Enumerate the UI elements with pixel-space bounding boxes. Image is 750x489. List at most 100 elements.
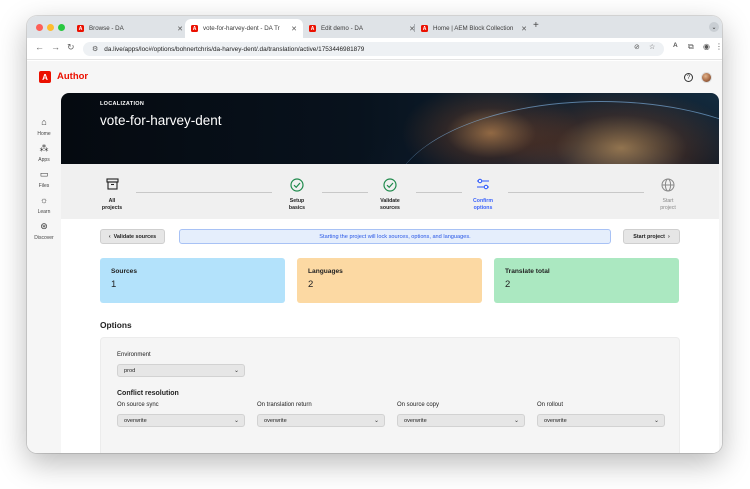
nav-item-discover[interactable]: ⊛ Discover [27, 221, 61, 241]
chevron-down-icon: ⌄ [373, 418, 379, 424]
close-tab-icon[interactable]: ✕ [177, 25, 183, 33]
start-project-button[interactable]: Start project › [623, 229, 680, 244]
step-label: Confirm [473, 198, 493, 204]
box-icon [87, 178, 137, 192]
profile-icon[interactable]: ◉ [703, 42, 710, 51]
step-confirm-options[interactable]: Confirm options [458, 178, 508, 211]
nav-label: Apps [38, 157, 50, 163]
on-source-copy-select[interactable]: overwrite ⌄ [397, 414, 525, 427]
step-label: Setup [289, 198, 305, 204]
back-arrow-icon[interactable]: ← [35, 42, 44, 52]
extensions-icon[interactable]: ⧉ [688, 42, 694, 52]
maximize-window-button[interactable] [58, 24, 65, 31]
step-label: All [108, 198, 116, 204]
adobe-logo-icon[interactable]: A [39, 71, 51, 83]
tab-label: Browse - DA [89, 25, 124, 32]
card-value: 2 [308, 279, 314, 290]
browser-tab-aem[interactable]: A Home | AEM Block Collection ✕ [415, 19, 533, 38]
tab-label: Home | AEM Block Collection [433, 25, 514, 32]
nav-item-apps[interactable]: ⁂ Apps [27, 143, 61, 163]
step-label: project [660, 204, 676, 211]
on-source-copy-label: On source copy [397, 402, 440, 408]
on-source-sync-select[interactable]: overwrite ⌄ [117, 414, 245, 427]
folder-icon: ▭ [39, 169, 49, 179]
chevron-down-icon: ⌄ [233, 368, 239, 374]
on-rollout-select[interactable]: overwrite ⌄ [537, 414, 665, 427]
address-bar[interactable]: ⚙ da.live/apps/loc#/options/bohnertchris… [83, 42, 664, 56]
globe-icon [643, 178, 693, 192]
side-navigation: ⌂ Home ⁂ Apps ▭ Files ☼ Learn ⊛ Discover [27, 93, 61, 453]
options-panel: ‹ Validate sources Starting the project … [61, 219, 719, 453]
select-value: overwrite [404, 417, 427, 424]
chevron-left-icon: ‹ [108, 233, 111, 240]
wizard-steps: All projects Setup basics Validate sources [61, 164, 719, 219]
environment-select[interactable]: prod ⌄ [117, 364, 245, 377]
close-window-button[interactable] [36, 24, 43, 31]
step-label: projects [101, 204, 123, 211]
adobe-extension-icon[interactable]: A [673, 42, 678, 49]
lightbulb-icon: ☼ [39, 195, 49, 205]
tab-label: Edit demo - DA [321, 25, 363, 32]
hero-eyebrow: LOCALIZATION [100, 101, 145, 107]
help-icon[interactable]: ? [684, 73, 693, 82]
app-header: A Author ? [27, 61, 722, 93]
validate-sources-button[interactable]: ‹ Validate sources [100, 229, 165, 244]
select-value: prod [124, 367, 136, 374]
nav-item-home[interactable]: ⌂ Home [27, 117, 61, 137]
menu-kebab-icon[interactable]: ⋮ [715, 42, 722, 51]
step-label: Validate [380, 198, 400, 204]
close-tab-icon[interactable]: ✕ [291, 25, 297, 33]
on-translation-return-select[interactable]: overwrite ⌄ [257, 414, 385, 427]
browser-toolbar: ← → ↻ ⚙ da.live/apps/loc#/options/bohner… [27, 38, 722, 60]
reload-icon[interactable]: ↻ [67, 42, 75, 53]
check-circle-icon [272, 178, 322, 192]
step-connector [416, 192, 462, 193]
step-all-projects[interactable]: All projects [87, 178, 137, 211]
forward-arrow-icon[interactable]: → [51, 42, 60, 52]
browser-tab-active[interactable]: A vote-for-harvey-dent - DA Tr ✕ [185, 19, 303, 38]
select-value: overwrite [124, 417, 147, 424]
sliders-icon [458, 178, 508, 192]
step-label: options [473, 204, 493, 211]
card-value: 1 [111, 279, 117, 290]
browser-tab-browse[interactable]: A Browse - DA ✕ [71, 19, 189, 38]
step-setup-basics[interactable]: Setup basics [272, 178, 322, 211]
adobe-favicon-icon: A [191, 25, 198, 32]
tab-label: vote-for-harvey-dent - DA Tr [203, 25, 280, 32]
card-value: 2 [505, 279, 511, 290]
project-hero-banner: LOCALIZATION vote-for-harvey-dent [61, 93, 719, 164]
tab-search-chevron-icon[interactable]: ⌄ [709, 22, 719, 32]
step-connector [136, 192, 272, 193]
on-translation-return-label: On translation return [257, 402, 312, 408]
site-info-icon[interactable]: ⚙ [92, 45, 98, 53]
select-value: overwrite [264, 417, 287, 424]
nav-item-files[interactable]: ▭ Files [27, 169, 61, 189]
nav-item-learn[interactable]: ☼ Learn [27, 195, 61, 215]
chevron-down-icon: ⌄ [653, 418, 659, 424]
star-bookmark-icon[interactable]: ☆ [649, 43, 655, 51]
summary-card-sources: Sources 1 [100, 258, 285, 303]
avatar[interactable] [701, 72, 712, 83]
tab-strip: A Browse - DA ✕ A vote-for-harvey-dent -… [27, 16, 722, 38]
button-label: Start project [633, 233, 665, 240]
nav-label: Home [37, 131, 51, 137]
nav-label: Learn [37, 209, 51, 215]
eye-slash-icon[interactable]: ⊘ [634, 43, 640, 51]
step-label: basics [288, 204, 306, 211]
adobe-favicon-icon: A [309, 25, 316, 32]
browser-tab-edit[interactable]: A Edit demo - DA ✕ [303, 19, 421, 38]
brand-title[interactable]: Author [57, 71, 88, 82]
page-title: vote-for-harvey-dent [100, 113, 222, 128]
step-connector [322, 192, 368, 193]
browser-window: A Browse - DA ✕ A vote-for-harvey-dent -… [27, 16, 722, 453]
web-page: A Author ? ⌂ Home ⁂ Apps ▭ Files ☼ Learn [27, 61, 722, 453]
card-title: Languages [308, 268, 343, 275]
button-label: Validate sources [113, 233, 157, 240]
step-start-project[interactable]: Start project [643, 178, 693, 211]
compass-icon: ⊛ [40, 221, 48, 231]
url-text[interactable]: da.live/apps/loc#/options/bohnertchris/d… [104, 46, 364, 53]
minimize-window-button[interactable] [47, 24, 54, 31]
new-tab-icon[interactable]: + [533, 20, 539, 31]
close-tab-icon[interactable]: ✕ [521, 25, 527, 33]
step-validate-sources[interactable]: Validate sources [365, 178, 415, 211]
